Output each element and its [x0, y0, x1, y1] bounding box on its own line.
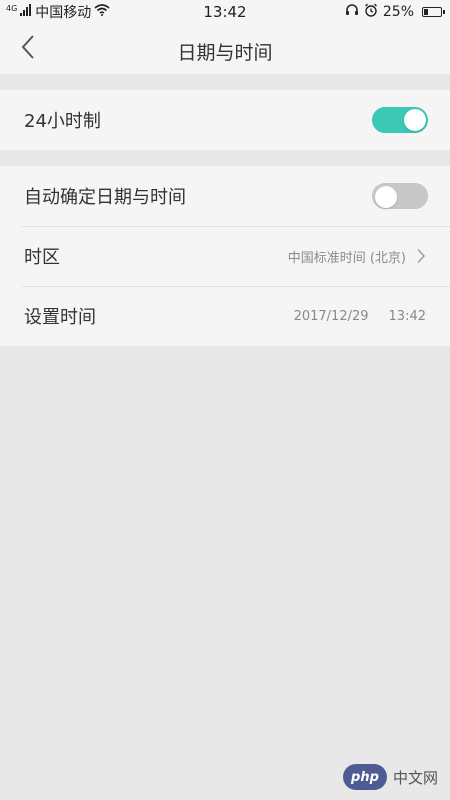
- toggle-24-hour[interactable]: [372, 107, 428, 133]
- php-logo: php: [342, 764, 387, 790]
- battery-percent: 25%: [382, 4, 414, 20]
- set-time-date: 2017/12/29: [293, 308, 369, 324]
- row-timezone[interactable]: 时区 中国标准时间 (北京): [0, 226, 450, 286]
- set-time-time: 13:42: [388, 308, 426, 324]
- row-auto-datetime-label: 自动确定日期与时间: [24, 187, 186, 208]
- screen: 4G 中国移动 13:42 25% 日期与时间 24小时制 自动确定日期与时间 …: [0, 0, 450, 800]
- row-set-time-label: 设置时间: [24, 307, 96, 328]
- timezone-value: 中国标准时间 (北京): [287, 250, 406, 266]
- toggle-auto-datetime[interactable]: [372, 183, 428, 209]
- chevron-right-icon: [414, 249, 428, 263]
- watermark-text: 中文网: [392, 768, 438, 787]
- group-24hour: 24小时制: [0, 90, 450, 150]
- group-datetime: 自动确定日期与时间 时区 中国标准时间 (北京) 设置时间 2017/12/29: [0, 166, 450, 346]
- battery-icon: [422, 7, 445, 17]
- page-title: 日期与时间: [177, 42, 273, 64]
- timezone-value-wrap: 中国标准时间 (北京): [288, 247, 428, 266]
- toggle-knob: [375, 186, 397, 208]
- battery-level-fill: [424, 9, 428, 15]
- set-time-value: 2017/12/29 13:42: [294, 309, 426, 324]
- row-set-time[interactable]: 设置时间 2017/12/29 13:42: [0, 286, 450, 346]
- status-bar: 4G 中国移动 13:42 25%: [0, 0, 450, 24]
- row-timezone-label: 时区: [24, 247, 60, 268]
- alarm-icon: [364, 3, 378, 21]
- row-auto-datetime[interactable]: 自动确定日期与时间: [0, 166, 450, 226]
- app-header: 日期与时间: [0, 24, 450, 74]
- toggle-knob: [404, 109, 426, 131]
- row-24-hour-label: 24小时制: [24, 111, 101, 132]
- status-right: 25%: [345, 3, 445, 21]
- row-24-hour[interactable]: 24小时制: [0, 90, 450, 150]
- watermark: php 中文网: [342, 764, 438, 790]
- headset-icon: [345, 3, 359, 21]
